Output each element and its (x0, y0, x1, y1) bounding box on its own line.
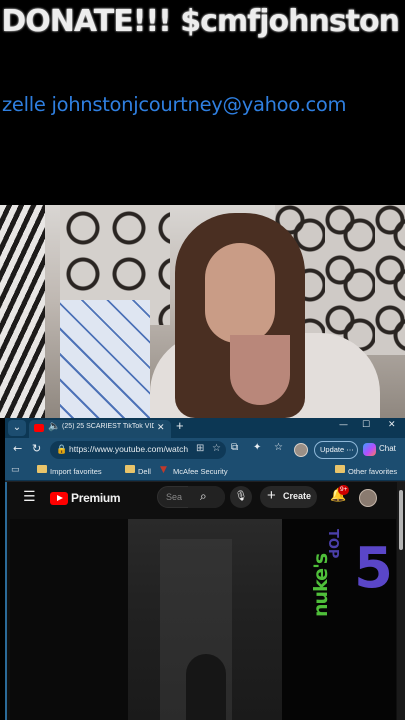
speaker-icon[interactable]: 🔈 (48, 421, 60, 432)
create-button[interactable]: + Create (260, 486, 317, 508)
app-available-icon[interactable]: ⊞ (196, 443, 204, 454)
favorites-bar: ▭ Import favorites Dell ▼ McAfee Securit… (5, 462, 405, 481)
search-button[interactable]: ⌕ (188, 486, 225, 508)
account-avatar[interactable] (359, 489, 377, 507)
youtube-page: ☰ Premium Search ⌕ 🎙 + Create 🔔 9+ (5, 482, 405, 720)
hamburger-menu-icon[interactable]: ☰ (23, 489, 36, 505)
browser-toolbar: ← ↻ 🔒 https://www.youtube.com/watch ⊞ ☆ … (5, 438, 405, 462)
profile-avatar[interactable] (294, 443, 308, 457)
bookmark-label: McAfee Security (173, 467, 228, 476)
bookmark-label: Dell (138, 467, 151, 476)
update-button[interactable]: Update ⋯ (314, 441, 358, 459)
youtube-logo-icon[interactable] (50, 492, 68, 505)
chat-label: Chat (379, 444, 396, 453)
stream-overlay: DONATE!!! $cmfjohnston zelle johnstonjco… (0, 0, 405, 205)
address-bar[interactable]: 🔒 https://www.youtube.com/watch ⊞ ☆ (50, 441, 226, 459)
mcafee-shield-icon: ▼ (160, 465, 167, 475)
youtube-favicon-icon (34, 424, 44, 432)
browser-window: ⌄ 🔈 (25) 25 SCARIEST TikTok VIDEOS ✕ + —… (5, 418, 405, 720)
channel-watermark-logo: nuke's TOP 5 (310, 529, 393, 619)
create-label: Create (283, 491, 312, 501)
voice-search-button[interactable]: 🎙 (230, 486, 252, 508)
tab-title: (25) 25 SCARIEST TikTok VIDEOS (62, 423, 154, 430)
copilot-chat-button[interactable]: Chat (363, 442, 403, 458)
new-tab-button[interactable]: + (176, 418, 184, 433)
close-window-icon[interactable]: ✕ (388, 420, 396, 430)
tab-actions-menu-button[interactable]: ⌄ (8, 420, 26, 436)
search-placeholder: Search (166, 492, 182, 502)
folder-icon (125, 465, 135, 476)
microphone-icon: 🎙 (234, 491, 248, 502)
favorite-star-icon[interactable]: ☆ (212, 443, 221, 454)
logo-number: 5 (354, 536, 393, 601)
update-label: Update (320, 445, 345, 454)
site-info-icon[interactable]: 🔒 (56, 444, 67, 455)
bookmark-sidebar-toggle[interactable]: ▭ (11, 465, 25, 478)
bookmark-label: Other favorites (348, 467, 398, 476)
extensions-icon[interactable]: ✦ (253, 442, 261, 453)
bookmark-label: Import favorites (50, 467, 102, 476)
logo-top: TOP (325, 529, 340, 559)
scrollbar-thumb[interactable] (399, 490, 403, 550)
minimize-icon[interactable]: — (339, 420, 348, 430)
zelle-caption: zelle johnstonjcourtney@yahoo.com (2, 93, 347, 116)
back-arrow-icon[interactable]: ← (13, 442, 22, 455)
patterned-blanket (60, 300, 150, 418)
video-player[interactable]: nuke's TOP 5 (10, 519, 396, 720)
url-text[interactable]: https://www.youtube.com/watch (69, 444, 189, 454)
tab-strip: ⌄ 🔈 (25) 25 SCARIEST TikTok VIDEOS ✕ + —… (5, 418, 405, 438)
zebra-pattern-backdrop (0, 205, 45, 418)
folder-icon (335, 465, 345, 476)
refresh-icon[interactable]: ↻ (32, 442, 41, 455)
page-scrollbar[interactable] (397, 482, 405, 720)
close-tab-icon[interactable]: ✕ (157, 422, 165, 433)
person-neckline (230, 335, 290, 405)
plus-icon: + (267, 487, 276, 504)
webcam-feed (0, 205, 405, 418)
folder-icon (37, 465, 47, 476)
youtube-brand[interactable]: Premium (71, 491, 121, 505)
favorites-icon[interactable]: ☆ (274, 442, 283, 453)
notification-badge: 9+ (338, 485, 350, 495)
split-screen-icon[interactable]: ⧉ (231, 442, 238, 453)
maximize-icon[interactable]: ☐ (362, 420, 370, 430)
tab-youtube[interactable]: 🔈 (25) 25 SCARIEST TikTok VIDEOS ✕ (29, 420, 171, 438)
copilot-icon (363, 443, 376, 456)
search-icon: ⌕ (200, 489, 207, 503)
person-face (205, 243, 275, 343)
youtube-header: ☰ Premium Search ⌕ 🎙 + Create 🔔 9+ (7, 482, 397, 516)
donate-caption: DONATE!!! $cmfjohnston (1, 4, 400, 39)
video-frame (128, 519, 282, 720)
sidebar-icon: ▭ (11, 465, 20, 475)
